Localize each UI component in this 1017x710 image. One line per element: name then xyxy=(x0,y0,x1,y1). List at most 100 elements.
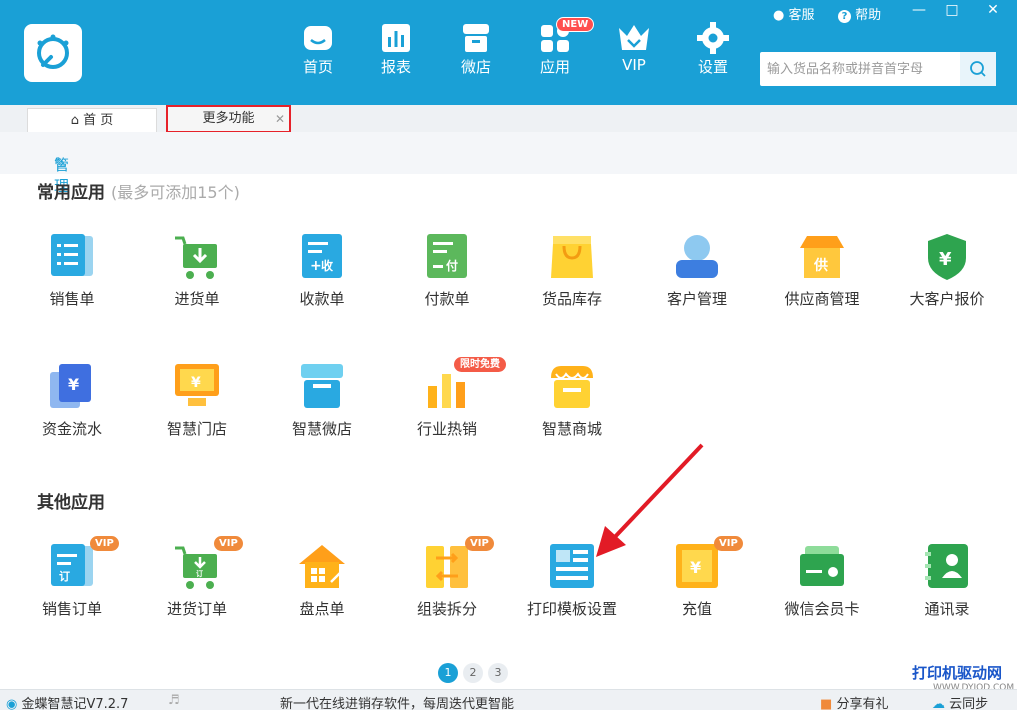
manage-bar: ✎ 管理 xyxy=(0,132,1017,195)
customer-icon xyxy=(676,235,718,278)
receipt-icon: + 收 xyxy=(302,234,342,278)
gear-icon xyxy=(697,22,729,54)
svg-text:订: 订 xyxy=(59,569,70,583)
search-box xyxy=(760,52,996,86)
vip-badge: VIP xyxy=(714,536,743,551)
nav-reports[interactable]: 报表 xyxy=(366,22,426,82)
slogan-text: 新一代在线进销存软件，每周迭代更智能 xyxy=(280,697,515,710)
nav-label: 应用 xyxy=(539,58,570,76)
inventory-bag-icon xyxy=(551,236,593,278)
cloud-icon: ☁ xyxy=(932,697,945,710)
tab-close-icon[interactable]: ✕ xyxy=(275,107,285,131)
app-stocktake[interactable]: 盘点单 xyxy=(267,542,377,632)
nav-settings[interactable]: 设置 xyxy=(683,22,743,82)
home-outline-icon: ⌂ xyxy=(70,113,79,128)
nav-home[interactable]: 首页 xyxy=(288,22,348,82)
app-purchase-order-doc[interactable]: 订 进货订单 xyxy=(142,542,252,632)
butterfly-logo-icon xyxy=(37,34,69,69)
help-link[interactable]: ? 帮助 xyxy=(838,4,881,23)
svg-text:收: 收 xyxy=(321,258,333,273)
share-gift-button[interactable]: ■ 分享有礼 xyxy=(820,693,888,710)
top-header: 首页 报表 微店 应用 NEW VIP 设置 ● 客服 ? 帮助 — □ ✕ xyxy=(0,0,1017,105)
supplier-icon: 供 xyxy=(800,236,844,278)
minimize-button[interactable]: — xyxy=(909,2,929,18)
vip-badge: VIP xyxy=(465,536,494,551)
tab-home[interactable]: ⌂ 首 页 xyxy=(27,108,157,132)
cloud-sync-button[interactable]: ☁ 云同步 xyxy=(932,693,988,710)
app-supplier[interactable]: 供 供应商管理 xyxy=(767,232,877,322)
vip-badge: VIP xyxy=(214,536,243,551)
search-icon xyxy=(970,61,986,77)
vip-badge: VIP xyxy=(90,536,119,551)
svg-text:¥: ¥ xyxy=(68,375,79,394)
svg-text:供: 供 xyxy=(813,257,828,274)
contacts-icon xyxy=(925,544,968,588)
payment-icon: 付 xyxy=(427,234,467,278)
app-cash-flow[interactable]: ¥ 资金流水 xyxy=(17,362,127,452)
wechat-card-icon xyxy=(800,546,844,586)
svg-text:¥: ¥ xyxy=(191,375,201,391)
svg-text:¥: ¥ xyxy=(939,249,952,270)
app-sales-order-doc[interactable]: 订 销售订单 xyxy=(17,542,127,632)
app-assemble-split[interactable]: 组装拆分 xyxy=(392,542,502,632)
sales-order-doc-icon: 订 xyxy=(51,544,93,586)
maximize-button[interactable]: □ xyxy=(942,2,962,18)
app-payment[interactable]: 付 付款单 xyxy=(392,232,502,322)
app-logo[interactable] xyxy=(24,24,82,82)
app-recharge[interactable]: ¥ 充值 xyxy=(642,542,752,632)
svg-text:订: 订 xyxy=(196,569,203,578)
app-smart-microshop[interactable]: 智慧微店 xyxy=(267,362,377,452)
common-apps-subtitle: (最多可添加15个) xyxy=(111,183,240,202)
app-sales-order[interactable]: 销售单 xyxy=(17,232,127,322)
assemble-split-icon xyxy=(426,546,468,588)
status-bar: ◉ 金蝶智慧记V7.2.7 ♬ 新一代在线进销存软件，每周迭代更智能 ■ 分享有… xyxy=(0,689,1017,710)
search-input[interactable] xyxy=(760,52,960,86)
recharge-icon: ¥ xyxy=(676,544,718,588)
search-button[interactable] xyxy=(960,52,996,86)
svg-text:付: 付 xyxy=(446,258,458,273)
stocktake-house-icon xyxy=(299,545,345,588)
nav-label: VIP xyxy=(622,56,646,74)
app-inventory[interactable]: 货品库存 xyxy=(517,232,627,322)
nav-vip[interactable]: VIP xyxy=(604,22,664,82)
app-receipt[interactable]: + 收 收款单 xyxy=(267,232,377,322)
page-2-button[interactable]: 2 xyxy=(463,663,483,683)
nav-label: 设置 xyxy=(697,58,728,76)
help-icon: ? xyxy=(838,10,851,23)
app-customer[interactable]: 客户管理 xyxy=(642,232,752,322)
customer-service-link[interactable]: ● 客服 xyxy=(773,4,815,23)
nav-microshop[interactable]: 微店 xyxy=(446,22,506,82)
limited-free-badge: 限时免费 xyxy=(454,357,506,372)
page-3-button[interactable]: 3 xyxy=(488,663,508,683)
smart-store-icon: ¥ xyxy=(175,364,219,406)
vip-quote-icon: ¥ xyxy=(928,234,966,280)
purchase-order-cart-icon: 订 xyxy=(175,546,217,589)
speaker-icon[interactable]: ♬ xyxy=(168,693,180,708)
svg-text:¥: ¥ xyxy=(690,558,701,577)
app-smart-mall[interactable]: 智慧商城 xyxy=(517,362,627,452)
smart-mall-icon xyxy=(551,366,593,408)
common-apps-title: 常用应用 (最多可添加15个) xyxy=(37,183,240,203)
app-print-template-settings[interactable]: 打印模板设置 xyxy=(517,542,627,632)
svg-text:+: + xyxy=(310,258,322,274)
butterfly-small-icon: ◉ xyxy=(6,697,18,710)
other-apps-title: 其他应用 xyxy=(37,493,105,513)
new-badge: NEW xyxy=(556,17,595,32)
app-smart-store[interactable]: ¥ 智慧门店 xyxy=(142,362,252,452)
nav-label: 微店 xyxy=(460,58,491,76)
cash-flow-icon: ¥ xyxy=(50,364,91,408)
app-contacts[interactable]: 通讯录 xyxy=(892,542,1002,632)
chart-icon xyxy=(382,24,410,52)
crown-icon xyxy=(619,25,649,50)
home-icon xyxy=(304,26,332,50)
nav-label: 首页 xyxy=(302,58,333,76)
page-1-button[interactable]: 1 xyxy=(438,663,458,683)
watermark-text: 打印机驱动网 xyxy=(912,664,1003,682)
app-wechat-member-card[interactable]: 微信会员卡 xyxy=(767,542,877,632)
app-big-customer-quote[interactable]: ¥ 大客户报价 xyxy=(892,232,1002,322)
close-button[interactable]: ✕ xyxy=(983,2,1003,18)
app-purchase-order[interactable]: 进货单 xyxy=(142,232,252,322)
tab-more-functions[interactable]: 更多功能 ✕ xyxy=(166,105,291,133)
app-hot-sales[interactable]: 行业热销 xyxy=(392,362,502,452)
sales-order-icon xyxy=(51,234,93,276)
